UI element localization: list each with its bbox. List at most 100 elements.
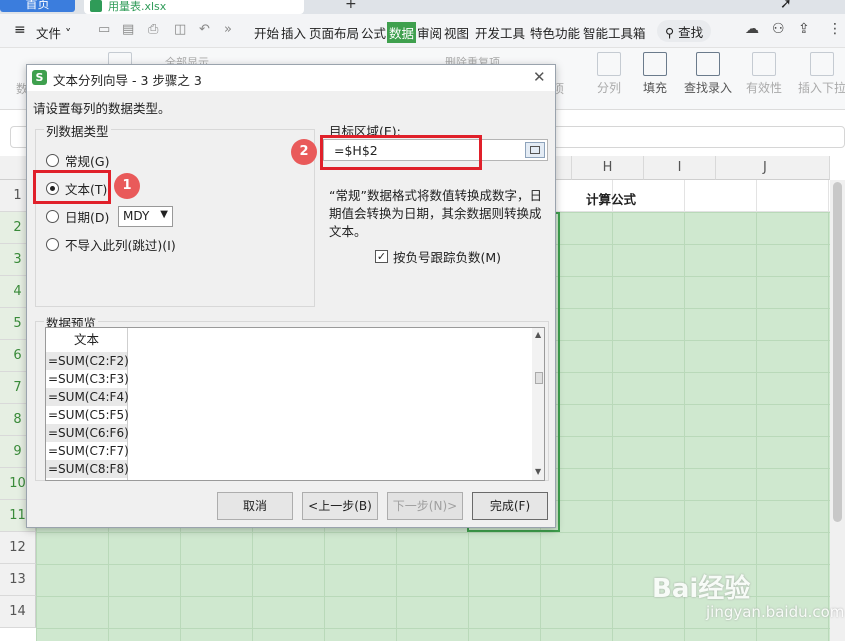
tab-insert[interactable]: 插入 bbox=[281, 23, 306, 42]
date-format-value: MDY bbox=[123, 209, 150, 223]
preview-column-header[interactable]: 文本 bbox=[46, 328, 128, 352]
watermark-logo: Bai经验 bbox=[652, 574, 751, 604]
tab-smart-toolbox[interactable]: 智能工具箱 bbox=[583, 23, 646, 42]
search-box[interactable]: ⚲ 查找 bbox=[657, 20, 712, 42]
menu-bar: ≡ 文件 ˅ ▭ ▤ ⎙ ◫ ↶ » 开始 插入 页面布局 公式 数据 审阅 视… bbox=[0, 14, 845, 48]
format-description: “常规”数据格式将数值转换成数字，日期值会转换为日期，其余数据则转换成文本。 bbox=[329, 188, 542, 239]
file-menu-label: 文件 bbox=[36, 26, 62, 41]
text-to-columns-dialog: S 文本分列向导 - 3 步骤之 3 ✕ 请设置每列的数据类型。 列数据类型 常… bbox=[26, 64, 556, 528]
radio-general[interactable]: 常规(G) bbox=[46, 150, 109, 170]
scroll-down-icon[interactable]: ▼ bbox=[535, 467, 541, 476]
tab-page-layout[interactable]: 页面布局 bbox=[309, 23, 359, 42]
cooperate-icon[interactable]: ⚇ bbox=[772, 21, 785, 37]
column-type-group: 列数据类型 常规(G) 文本(T) 日期(D) MDY ▼ 不导入此列(跳过)(… bbox=[35, 121, 315, 307]
close-icon[interactable]: ✕ bbox=[533, 68, 546, 86]
column-header-h[interactable]: H bbox=[572, 156, 644, 180]
scroll-up-icon[interactable]: ▲ bbox=[535, 330, 541, 339]
data-preview-box[interactable]: 文本 =SUM(C2:F2) =SUM(C3:F3) =SUM(C4:F4) =… bbox=[45, 327, 545, 481]
validity-button[interactable]: 有效性 bbox=[742, 52, 786, 96]
export-pdf-icon[interactable]: ▤ bbox=[122, 22, 134, 37]
share-icon[interactable]: ⇪ bbox=[798, 21, 810, 37]
preview-cell: =SUM(C6:F6) bbox=[46, 424, 129, 442]
radio-skip-column-control[interactable] bbox=[46, 237, 59, 251]
data-preview-group: 数据预览 文本 =SUM(C2:F2) =SUM(C3:F3) =SUM(C4:… bbox=[35, 313, 549, 481]
tab-home[interactable]: 首页 bbox=[0, 0, 75, 12]
preview-cell: =SUM(C3:F3) bbox=[46, 370, 129, 388]
split-column-label: 分列 bbox=[596, 81, 621, 95]
tab-data[interactable]: 数据 bbox=[387, 22, 417, 43]
row-header-14[interactable]: 14 bbox=[0, 596, 36, 628]
lookup-entry-icon bbox=[696, 52, 720, 76]
scrollbar-thumb[interactable] bbox=[833, 182, 842, 522]
preview-cell: =SUM(C2:F2) bbox=[46, 352, 129, 370]
step-badge-1: 1 bbox=[114, 173, 140, 199]
validity-label: 有效性 bbox=[745, 81, 782, 95]
date-format-select[interactable]: MDY ▼ bbox=[118, 206, 173, 227]
radio-general-control[interactable] bbox=[46, 153, 59, 167]
wps-logo-icon: S bbox=[32, 70, 47, 85]
search-label: 查找 bbox=[678, 25, 704, 40]
file-menu[interactable]: 文件 ˅ bbox=[36, 23, 71, 42]
fill-icon bbox=[643, 52, 667, 76]
back-button[interactable]: <上一步(B) bbox=[302, 492, 378, 520]
lookup-entry-button[interactable]: 查找录入 bbox=[683, 52, 733, 96]
preview-cell: =SUM(C7:F7) bbox=[46, 442, 129, 460]
range-picker-button[interactable] bbox=[525, 142, 545, 158]
new-tab-button[interactable]: + bbox=[345, 0, 357, 12]
vertical-scrollbar[interactable] bbox=[830, 180, 845, 641]
tab-view[interactable]: 视图 bbox=[444, 23, 469, 42]
save-icon[interactable]: ▭ bbox=[98, 22, 110, 37]
tab-document-name: 用量表.xlsx bbox=[108, 0, 167, 13]
more-options-icon[interactable]: ⋮ bbox=[828, 21, 842, 37]
cloud-icon[interactable]: ☁ bbox=[745, 21, 759, 37]
print-icon[interactable]: ⎙ bbox=[148, 22, 158, 37]
tab-developer[interactable]: 开发工具 bbox=[475, 23, 525, 42]
radio-skip-column-label: 不导入此列(跳过)(I) bbox=[65, 237, 176, 253]
cell-h1[interactable]: 计算公式 bbox=[586, 189, 636, 208]
preview-cell: =SUM(C5:F5) bbox=[46, 406, 129, 424]
validity-icon bbox=[752, 52, 776, 76]
window-tab-strip: 首页 用量表.xlsx + ➚ bbox=[0, 0, 845, 14]
mouse-cursor-icon: ➚ bbox=[780, 0, 792, 12]
fill-label: 填充 bbox=[642, 81, 667, 95]
watermark-url: jingyan.baidu.com bbox=[706, 603, 845, 621]
dialog-title-bar[interactable]: S 文本分列向导 - 3 步骤之 3 ✕ bbox=[27, 65, 555, 91]
range-picker-icon bbox=[530, 146, 540, 154]
column-header-i[interactable]: I bbox=[644, 156, 716, 180]
print-preview-icon[interactable]: ◫ bbox=[174, 22, 186, 37]
radio-date-control[interactable] bbox=[46, 209, 59, 223]
tab-special-features[interactable]: 特色功能 bbox=[530, 23, 580, 42]
row-header-12[interactable]: 12 bbox=[0, 532, 36, 564]
spreadsheet-file-icon bbox=[90, 0, 102, 12]
split-column-button[interactable]: 分列 bbox=[592, 52, 626, 96]
insert-dropdown-label: 插入下拉 bbox=[798, 81, 845, 95]
insert-dropdown-button[interactable]: 插入下拉 bbox=[798, 52, 845, 96]
column-type-caption: 列数据类型 bbox=[44, 121, 111, 140]
dialog-prompt: 请设置每列的数据类型。 bbox=[33, 101, 171, 116]
negative-sign-checkbox-label: 按负号跟踪负数(M) bbox=[393, 250, 502, 265]
negative-sign-checkbox-control[interactable]: ✓ bbox=[375, 250, 388, 263]
preview-scroll-thumb[interactable] bbox=[535, 372, 543, 384]
split-column-icon bbox=[597, 52, 621, 76]
insert-dropdown-icon bbox=[809, 52, 834, 76]
tab-formula[interactable]: 公式 bbox=[361, 23, 386, 42]
radio-date[interactable]: 日期(D) bbox=[46, 206, 109, 226]
tab-document[interactable]: 用量表.xlsx bbox=[84, 0, 304, 14]
tab-start[interactable]: 开始 bbox=[254, 23, 279, 42]
row-header-13[interactable]: 13 bbox=[0, 564, 36, 596]
step-badge-2: 2 bbox=[291, 139, 317, 165]
column-header-j[interactable]: J bbox=[716, 156, 830, 180]
preview-scrollbar[interactable]: ▲ ▼ bbox=[532, 328, 544, 480]
dropdown-arrow-icon: ▼ bbox=[160, 209, 168, 220]
finish-button[interactable]: 完成(F) bbox=[472, 492, 548, 520]
search-icon: ⚲ bbox=[665, 25, 675, 40]
more-icon[interactable]: » bbox=[224, 22, 232, 37]
tab-review[interactable]: 审阅 bbox=[417, 23, 442, 42]
negative-sign-checkbox[interactable]: ✓ 按负号跟踪负数(M) bbox=[375, 247, 501, 266]
undo-icon[interactable]: ↶ bbox=[199, 22, 210, 37]
radio-skip-column[interactable]: 不导入此列(跳过)(I) bbox=[46, 234, 176, 254]
cancel-button[interactable]: 取消 bbox=[217, 492, 293, 520]
next-button[interactable]: 下一步(N)> bbox=[387, 492, 463, 520]
fill-button[interactable]: 填充 bbox=[638, 52, 672, 96]
hamburger-menu-icon[interactable]: ≡ bbox=[14, 22, 26, 38]
